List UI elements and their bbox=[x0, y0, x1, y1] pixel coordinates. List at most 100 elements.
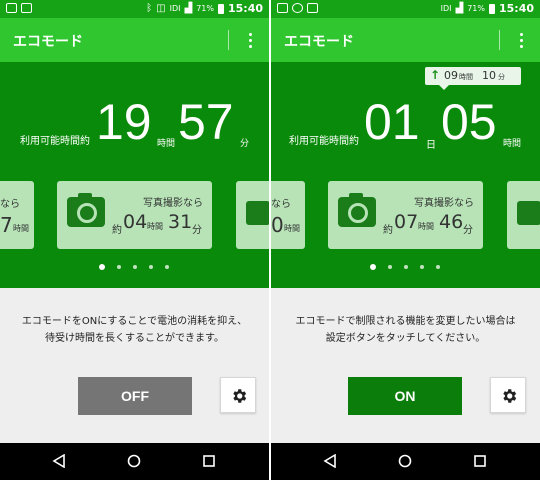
signal-label: IDI bbox=[169, 4, 181, 13]
description-line-2: 設定ボタンをタッチしてください。 bbox=[325, 333, 486, 344]
signal-label: IDI bbox=[440, 4, 452, 13]
badge-minutes: 10 bbox=[482, 69, 496, 82]
vibrate-icon: ◫ bbox=[156, 3, 166, 14]
clock: 15:40 bbox=[227, 2, 263, 15]
card-unit: 時間 bbox=[284, 224, 300, 233]
badge-minutes-unit: 分 bbox=[498, 73, 505, 81]
approx-prefix: 約 bbox=[349, 136, 359, 147]
app-title: エコモード bbox=[284, 34, 354, 50]
more-vert-icon[interactable] bbox=[245, 30, 255, 50]
battery-icon bbox=[217, 3, 224, 14]
card-title-fragment: なら bbox=[0, 199, 20, 210]
back-icon[interactable] bbox=[52, 454, 66, 468]
usage-card-previous[interactable]: なら 7 時間 bbox=[0, 181, 34, 249]
card-next-icon bbox=[517, 201, 540, 225]
battery-percent: 71% bbox=[467, 4, 485, 13]
usage-card-next[interactable] bbox=[236, 181, 269, 249]
usage-card-camera[interactable]: 写真撮影なら 約 07 時間 46 分 bbox=[328, 181, 483, 249]
status-bar: ᛒ ◫ IDI ▟ 71% 15:40 bbox=[0, 0, 269, 18]
minutes-unit: 分 bbox=[240, 139, 250, 149]
card-approx: 約 bbox=[383, 225, 393, 236]
image-notification-icon bbox=[307, 3, 318, 13]
signal-icon: ▟ bbox=[184, 3, 193, 14]
remaining-time: 利用可能時間 約 01 日 05 時間 bbox=[271, 94, 540, 154]
eco-mode-toggle-off-button[interactable]: OFF bbox=[78, 377, 192, 415]
card-hours: 07 bbox=[394, 211, 419, 233]
card-hours-unit: 時間 bbox=[418, 222, 434, 231]
card-value-fragment: 0 bbox=[271, 213, 284, 237]
badge-pointer bbox=[439, 85, 449, 90]
hours-unit: 時間 bbox=[503, 139, 522, 149]
mail-notification-icon bbox=[6, 3, 17, 13]
hours-value: 05 bbox=[441, 94, 497, 150]
description-line-1: エコモードで制限される機能を変更したい場合は bbox=[295, 316, 516, 327]
available-time-label: 利用可能時間 bbox=[289, 136, 349, 147]
card-minutes: 31 bbox=[168, 211, 193, 233]
card-next-icon bbox=[246, 201, 269, 225]
card-minutes-unit: 分 bbox=[192, 225, 202, 236]
description-line-1: エコモードをONにすることで電池の消耗を抑え、 bbox=[21, 316, 248, 327]
camera-icon bbox=[67, 193, 105, 227]
right-screen: IDI ▟ 71% 15:40 エコモード ↑ 09 時間 10 分 利用可能時… bbox=[271, 0, 540, 480]
card-approx: 約 bbox=[112, 225, 122, 236]
eco-mode-description: エコモードをONにすることで電池の消耗を抑え、 待受け時間を長くすることができま… bbox=[0, 313, 269, 347]
arrow-up-icon: ↑ bbox=[430, 68, 441, 82]
signal-icon: ▟ bbox=[455, 3, 464, 14]
card-title-fragment: なら bbox=[271, 199, 291, 210]
card-minutes: 46 bbox=[439, 211, 464, 233]
description-line-2: 待受け時間を長くすることができます。 bbox=[45, 333, 224, 344]
card-hours-unit: 時間 bbox=[147, 222, 163, 231]
hours-value: 19 bbox=[96, 94, 152, 150]
usage-card-camera[interactable]: 写真撮影なら 約 04 時間 31 分 bbox=[57, 181, 212, 249]
app-bar-divider bbox=[228, 30, 229, 50]
back-icon[interactable] bbox=[323, 454, 337, 468]
app-notification-icon bbox=[292, 3, 303, 13]
navigation-bar bbox=[0, 443, 269, 480]
card-minutes-unit: 分 bbox=[463, 225, 473, 236]
settings-button[interactable] bbox=[490, 377, 526, 413]
card-unit: 時間 bbox=[13, 224, 29, 233]
eco-mode-toggle-on-button[interactable]: ON bbox=[348, 377, 462, 415]
mail-notification-icon bbox=[277, 3, 288, 13]
battery-time-panel: ↑ 09 時間 10 分 利用可能時間 約 01 日 05 時間 なら 0 時間… bbox=[271, 62, 540, 288]
battery-percent: 71% bbox=[196, 4, 214, 13]
days-value: 01 bbox=[364, 94, 420, 150]
available-time-label: 利用可能時間 bbox=[20, 136, 80, 147]
card-title: 写真撮影なら bbox=[143, 198, 203, 209]
navigation-bar bbox=[271, 443, 540, 480]
days-unit: 日 bbox=[426, 140, 436, 151]
recents-icon[interactable] bbox=[202, 454, 216, 468]
battery-icon bbox=[488, 3, 495, 14]
usage-card-previous[interactable]: なら 0 時間 bbox=[271, 181, 305, 249]
app-bar: エコモード bbox=[0, 18, 269, 62]
gear-icon bbox=[233, 389, 247, 403]
extended-time-badge: ↑ 09 時間 10 分 bbox=[425, 67, 521, 90]
bluetooth-icon: ᛒ bbox=[146, 3, 153, 14]
badge-hours-unit: 時間 bbox=[459, 73, 473, 81]
hours-unit: 時間 bbox=[157, 139, 176, 149]
settings-button[interactable] bbox=[220, 377, 256, 413]
usage-card-next[interactable] bbox=[507, 181, 540, 249]
left-screen: ᛒ ◫ IDI ▟ 71% 15:40 エコモード 利用可能時間 約 19 時間… bbox=[0, 0, 269, 480]
approx-prefix: 約 bbox=[80, 136, 90, 147]
home-icon[interactable] bbox=[398, 454, 412, 468]
page-indicator bbox=[370, 264, 440, 270]
battery-time-panel: 利用可能時間 約 19 時間 57 分 なら 7 時間 写真撮影なら 約 04 … bbox=[0, 62, 269, 288]
card-value-fragment: 7 bbox=[0, 213, 13, 237]
recents-icon[interactable] bbox=[473, 454, 487, 468]
card-title: 写真撮影なら bbox=[414, 198, 474, 209]
badge-hours: 09 bbox=[444, 69, 458, 82]
minutes-value: 57 bbox=[178, 94, 234, 150]
status-bar: IDI ▟ 71% 15:40 bbox=[271, 0, 540, 18]
more-vert-icon[interactable] bbox=[516, 30, 526, 50]
app-bar: エコモード bbox=[271, 18, 540, 62]
gear-icon bbox=[503, 389, 517, 403]
image-notification-icon bbox=[21, 3, 32, 13]
remaining-time: 利用可能時間 約 19 時間 57 分 bbox=[0, 94, 269, 154]
app-title: エコモード bbox=[13, 34, 83, 50]
camera-icon bbox=[338, 193, 376, 227]
app-bar-divider bbox=[499, 30, 500, 50]
card-hours: 04 bbox=[123, 211, 148, 233]
home-icon[interactable] bbox=[127, 454, 141, 468]
eco-mode-description: エコモードで制限される機能を変更したい場合は 設定ボタンをタッチしてください。 bbox=[271, 313, 540, 347]
